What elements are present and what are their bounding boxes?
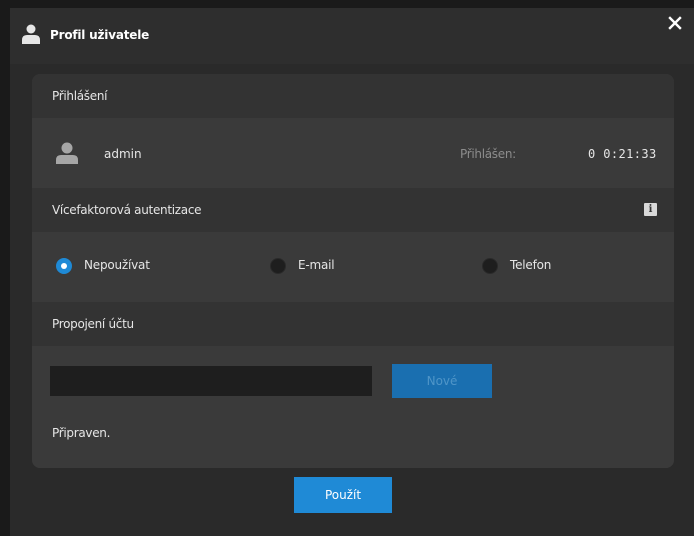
user-icon xyxy=(22,24,40,44)
user-icon xyxy=(56,142,78,164)
account-link-section-header: Propojení účtu xyxy=(32,302,674,346)
radio-none-label: Nepoužívat xyxy=(84,258,150,272)
logged-in-label: Přihlášen: xyxy=(460,147,516,161)
radio-phone-label: Telefon xyxy=(510,258,552,272)
status-text: Připraven. xyxy=(52,426,111,440)
title-bar: Profil uživatele xyxy=(10,8,694,64)
radio-email[interactable]: E-mail xyxy=(270,258,380,274)
user-profile-dialog: Profil uživatele Přihlášení admin Přihlá… xyxy=(10,8,694,536)
dialog-title: Profil uživatele xyxy=(50,28,150,42)
profile-panel: Přihlášení admin Přihlášen: 0 0:21:33 Ví… xyxy=(32,74,674,468)
login-section-header: Přihlášení xyxy=(32,74,674,118)
new-button[interactable]: Nové xyxy=(392,364,492,398)
account-link-input[interactable] xyxy=(50,366,372,396)
radio-none[interactable]: Nepoužívat xyxy=(56,258,196,274)
logged-in-time: 0 0:21:33 xyxy=(588,147,657,161)
close-icon[interactable] xyxy=(668,16,682,30)
radio-none-indicator[interactable] xyxy=(56,258,72,274)
radio-email-indicator[interactable] xyxy=(270,258,286,274)
login-section-label: Přihlášení xyxy=(52,89,108,103)
mfa-section-header: Vícefaktorová autentizace i xyxy=(32,188,674,232)
radio-email-label: E-mail xyxy=(298,258,335,272)
info-icon[interactable]: i xyxy=(644,203,657,216)
apply-button[interactable]: Použít xyxy=(294,477,392,513)
mfa-options-row: Nepoužívat E-mail Telefon xyxy=(32,232,674,302)
username: admin xyxy=(104,147,142,161)
radio-phone[interactable]: Telefon xyxy=(482,258,592,274)
radio-phone-indicator[interactable] xyxy=(482,258,498,274)
login-row: admin Přihlášen: 0 0:21:33 xyxy=(32,118,674,188)
account-link-section-label: Propojení účtu xyxy=(52,317,134,331)
mfa-section-label: Vícefaktorová autentizace xyxy=(52,203,202,217)
account-link-row: Nové Připraven. xyxy=(32,346,674,468)
